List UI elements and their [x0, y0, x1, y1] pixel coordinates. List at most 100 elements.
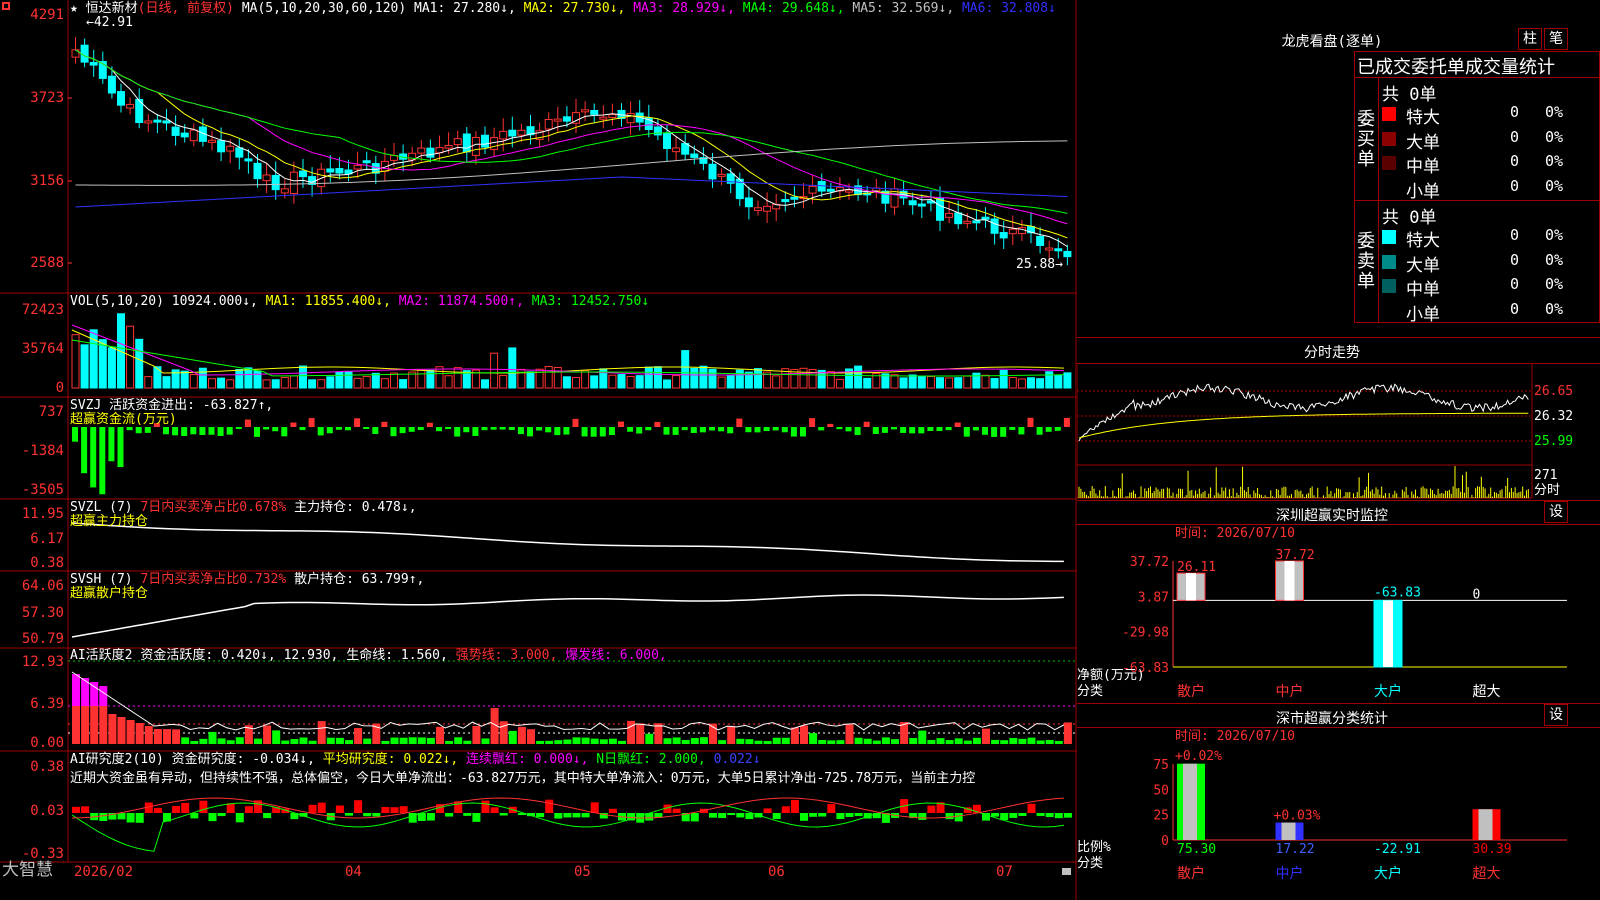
stock-name[interactable]: 恒达新材 [86, 1, 138, 16]
svzj-bar [645, 427, 652, 431]
sz-monitor-chart: 37.723.87-29.98-63.8326.11散户37.72中户-63.8… [1122, 548, 1567, 700]
ma6: MA6: 32.808↓ [961, 1, 1056, 16]
svzj-bar [881, 427, 888, 433]
candle-body [599, 116, 608, 120]
order-row-buy-3: 小单 0 0% [1077, 177, 1600, 202]
bar-mode-button[interactable]: 柱 [1518, 28, 1542, 50]
volume-bar [1054, 374, 1063, 389]
ai-active-bar [99, 706, 108, 744]
svzj-bar [454, 427, 461, 437]
svzj-bar [308, 418, 315, 427]
candle-body [144, 120, 153, 124]
order-type-label: 大单 [1406, 255, 1440, 276]
ai-active-bar [308, 740, 317, 744]
price-axis-4291: 4291 [30, 7, 64, 23]
candle-body [180, 132, 189, 138]
ai-active-bar [1054, 740, 1063, 744]
volume-bar [1036, 378, 1045, 389]
szc-axis-label: 50 [1153, 783, 1169, 798]
candle-body [663, 132, 671, 150]
svzj-bar [745, 427, 752, 433]
svzj-bar [199, 427, 206, 436]
star-icon[interactable]: ★ [70, 1, 78, 16]
svzj-bar [727, 427, 734, 434]
ai-active-bar [845, 724, 854, 744]
main-chart-area[interactable]: 4291 3723 3156 2588 ★ 恒达新材(日线, 前复权) MA(5… [0, 0, 1077, 900]
volume-bar [681, 350, 690, 389]
svsh-axis-top: 64.06 [21, 578, 64, 594]
ai-research-bar [845, 813, 854, 817]
intraday-avg-line [1078, 412, 1529, 439]
lock-icon[interactable] [1062, 868, 1071, 875]
tick-mode-button[interactable]: 笔 [1544, 28, 1568, 50]
ai-research-bar [854, 813, 863, 817]
ai-research-bar [736, 813, 745, 818]
candle-body [1036, 235, 1045, 246]
svzj-axis-mid: -1384 [21, 443, 64, 459]
candle-body [972, 220, 981, 224]
ai-research-bar [790, 799, 799, 813]
intraday-panel[interactable]: 分时走势 26.65 26.32 25.99 271 分时 [1077, 337, 1600, 500]
ai-research-bar [426, 813, 435, 821]
szc-top-label-0: +0.02% [1175, 749, 1222, 764]
brand-logo: 大智慧 [2, 860, 53, 880]
svzj-bar [672, 427, 679, 435]
ai-research-bar [72, 806, 80, 813]
ai-active-bar [117, 717, 126, 744]
order-count: 0 [1510, 226, 1520, 244]
kline-mode[interactable]: (日线, 前复权) [138, 1, 234, 16]
szm-bar-highlight [1383, 600, 1393, 667]
svzj-bar [263, 427, 270, 430]
ai-active-bar [317, 721, 326, 744]
ai-research-bar [472, 813, 481, 822]
ai-research-bar [800, 813, 808, 821]
ai-active-bar [108, 714, 117, 744]
vol-axis-top: 72423 [21, 302, 64, 318]
ai-active-bar [272, 730, 281, 744]
candle-body [253, 162, 262, 180]
intraday-chart-svg[interactable] [1077, 363, 1600, 500]
ai-active-bar [335, 737, 344, 744]
szm-axis-label: -29.98 [1122, 626, 1169, 641]
candle-body [845, 189, 853, 193]
svzj-bar [436, 427, 442, 432]
svzj-bar [627, 427, 634, 432]
ma4: MA4: 29.648↓, [742, 1, 845, 16]
ai-axis-bot: 0.00 [30, 735, 64, 751]
order-color-swatch [1382, 254, 1396, 269]
candle-body [453, 138, 462, 146]
svsh-line-path [71, 594, 1064, 638]
svzj-bar [563, 427, 570, 435]
ai-research-bar [263, 813, 272, 819]
volume-bar [926, 376, 935, 389]
order-type-label: 中单 [1406, 280, 1440, 300]
volume-bars [71, 313, 1072, 389]
szm-category-label: 超大 [1473, 684, 1501, 700]
szm-bar-2 [1373, 599, 1403, 668]
order-color-swatch [1382, 131, 1396, 146]
ai-active-bar [417, 737, 426, 744]
ai-active-bar [1036, 740, 1045, 744]
ai-research-bar [381, 806, 390, 813]
ai-research-bar [153, 807, 162, 813]
svzj-bar [1054, 427, 1061, 431]
svzj-bar [891, 427, 897, 430]
candle-body [781, 199, 790, 203]
candle-body [653, 126, 662, 136]
candle-body [990, 218, 999, 234]
ai-research-bar [235, 813, 244, 823]
svzj-bars [72, 417, 1070, 495]
svsh-axis-mid: 57.30 [21, 605, 64, 621]
sz-classify-chart: 75 50 25 0 75.30 散户 17.22 中户 -22.91 大户 30.39 超大 +0.0… [1153, 749, 1567, 882]
candle-body [208, 139, 216, 143]
svzj-bar [845, 427, 852, 432]
szm-bar-0 [1176, 572, 1206, 601]
candle-body [289, 171, 298, 195]
candle-body [963, 220, 972, 224]
ai-active-bar [172, 729, 181, 744]
ai-active-bar [135, 723, 144, 744]
volume-bar [990, 378, 999, 389]
ai-research-line [71, 802, 1064, 852]
ai-axis-mid: 6.39 [30, 696, 64, 712]
ai-active-bar [72, 706, 80, 744]
